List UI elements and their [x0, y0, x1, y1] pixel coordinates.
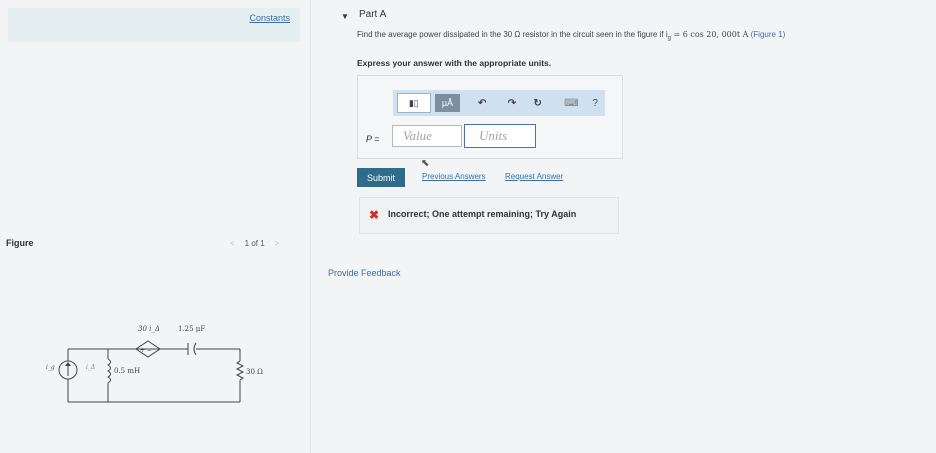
- figure-label: Figure: [6, 238, 34, 248]
- figure-prev-button[interactable]: <: [230, 239, 235, 248]
- request-answer-link[interactable]: Request Answer: [505, 172, 563, 181]
- answer-instruction: Express your answer with the appropriate…: [357, 58, 552, 68]
- keyboard-icon[interactable]: ⌨: [562, 94, 582, 112]
- units-input[interactable]: Units: [464, 124, 536, 148]
- dependent-source-label: 30 i_Δ: [138, 325, 160, 333]
- mouse-cursor-icon: ⬉: [421, 158, 430, 169]
- feedback-message: ✖ Incorrect; One attempt remaining; Try …: [359, 197, 619, 234]
- capacitor-label: 1.25 μF: [178, 325, 205, 333]
- undo-icon[interactable]: ↶: [472, 94, 492, 112]
- templates-button[interactable]: ▮▯: [397, 93, 431, 113]
- incorrect-icon: ✖: [369, 208, 380, 222]
- part-title[interactable]: Part A: [359, 9, 386, 20]
- provide-feedback-link[interactable]: Provide Feedback: [328, 268, 401, 278]
- units-button[interactable]: μÅ: [434, 94, 461, 112]
- figure-navigation: < 1 of 1 >: [230, 239, 279, 248]
- question-body: Find the average power dissipated in the…: [357, 30, 668, 39]
- resistor-label: 30 Ω: [246, 368, 263, 376]
- feedback-text: Incorrect; One attempt remaining; Try Ag…: [388, 209, 577, 219]
- templates-icon: ▮▯: [408, 97, 419, 108]
- value-input[interactable]: Value: [392, 125, 462, 147]
- answer-box: ▮▯ μÅ ↶ ↷ ↻ ⌨ ? P = Value Units: [357, 75, 623, 159]
- reset-icon[interactable]: ↻: [528, 94, 548, 112]
- question-expression: = 6 cos 20, 000t A: [670, 30, 749, 39]
- submit-button[interactable]: Submit: [357, 168, 405, 187]
- figure-reference-link[interactable]: (Figure 1): [751, 30, 786, 39]
- source-label: i_g: [46, 364, 55, 371]
- svg-text:+ −: + −: [140, 347, 152, 354]
- math-toolbar: ▮▯ μÅ ↶ ↷ ↻ ⌨ ?: [393, 90, 605, 116]
- question-text: Find the average power dissipated in the…: [357, 30, 785, 42]
- previous-answers-link[interactable]: Previous Answers: [422, 172, 486, 181]
- question-pane: ▼ Part A Find the average power dissipat…: [311, 0, 936, 453]
- collapse-caret-icon[interactable]: ▼: [341, 12, 349, 21]
- figure-next-button[interactable]: >: [275, 239, 280, 248]
- figure-pane: Constants Figure < 1 of 1 > + − 30 i_Δ 1…: [0, 0, 310, 453]
- redo-icon[interactable]: ↷: [502, 94, 522, 112]
- constants-link[interactable]: Constants: [249, 13, 290, 23]
- delta-current-label: i_Δ: [86, 364, 95, 371]
- circuit-diagram: + − 30 i_Δ 1.25 μF 0.5 mH i_Δ 30 Ω i_g: [46, 325, 263, 403]
- figure-page-indicator: 1 of 1: [244, 239, 265, 248]
- current-source: [58, 360, 78, 380]
- inductor-label: 0.5 mH: [114, 367, 140, 375]
- variable-label: P =: [366, 134, 380, 144]
- constants-bar: Constants: [8, 8, 300, 42]
- help-icon[interactable]: ?: [585, 94, 605, 112]
